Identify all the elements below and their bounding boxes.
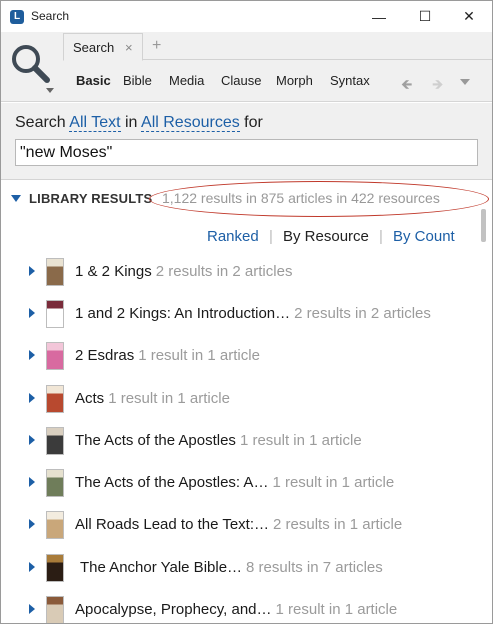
search-toolbar: Search × + Basic Bible Media Clause Morp… [1, 32, 492, 102]
book-cover-icon [46, 427, 64, 455]
expand-arrow-icon[interactable] [29, 604, 35, 614]
resource-title[interactable]: All Roads Lead to the Text:… [75, 516, 269, 533]
result-row[interactable]: Apocalypse, Prophecy, and… 1 result in 1 … [1, 590, 477, 623]
query-in-word: in [125, 114, 138, 131]
back-arrow-icon[interactable]: 🡸 [401, 74, 412, 98]
tool-dropdown-caret-icon[interactable] [46, 88, 54, 93]
result-row[interactable]: 2 Esdras 1 result in 1 article [1, 336, 477, 376]
minimize-icon: — [372, 8, 386, 25]
expand-arrow-icon[interactable] [29, 435, 35, 445]
resource-title[interactable]: The Anchor Yale Bible… [80, 559, 242, 576]
query-area: Search All Text in All Resources for [1, 103, 492, 179]
resource-title[interactable]: Apocalypse, Prophecy, and… [75, 601, 272, 618]
tab-search[interactable]: Search × [63, 33, 143, 61]
result-row[interactable]: 1 & 2 Kings 2 results in 2 articles [1, 252, 477, 292]
resources-selector[interactable]: All Resources [141, 114, 240, 132]
tab-strip: Search × + [63, 32, 492, 61]
resource-title[interactable]: 2 Esdras [75, 347, 134, 364]
search-window: L Search — ☐ ✕ Search × + Basic Bible Me… [0, 0, 493, 624]
collapse-triangle-icon[interactable] [11, 195, 21, 202]
result-row[interactable]: 1 and 2 Kings: An Introduction… 2 results… [1, 294, 477, 334]
highlight-ellipse [149, 181, 489, 217]
book-cover-icon [46, 554, 64, 582]
tab-close-icon[interactable]: × [125, 40, 133, 55]
mode-syntax[interactable]: Syntax [330, 73, 370, 88]
book-cover-icon [46, 469, 64, 497]
resource-title[interactable]: The Acts of the Apostles: A… [75, 474, 268, 491]
close-button[interactable]: ✕ [446, 1, 492, 32]
expand-arrow-icon[interactable] [29, 393, 35, 403]
result-count: 1 result in 1 article [275, 601, 398, 618]
expand-arrow-icon[interactable] [29, 266, 35, 276]
maximize-icon: ☐ [418, 8, 432, 24]
book-cover-icon [46, 511, 64, 539]
book-cover-icon [46, 300, 64, 328]
search-input[interactable] [15, 139, 478, 166]
divider [1, 179, 492, 180]
mode-clause[interactable]: Clause [221, 73, 261, 88]
result-row[interactable]: All Roads Lead to the Text:… 2 results in… [1, 505, 477, 545]
forward-arrow-icon[interactable]: 🡺 [432, 74, 443, 98]
minimize-button[interactable]: — [356, 1, 402, 32]
magnifier-icon [12, 45, 50, 83]
result-row[interactable]: The Acts of the Apostles 1 result in 1 ar… [1, 421, 477, 461]
sort-separator: | [269, 228, 273, 245]
query-sentence: Search All Text in All Resources for [15, 114, 263, 132]
book-cover-icon [46, 596, 64, 623]
expand-arrow-icon[interactable] [29, 350, 35, 360]
result-row[interactable]: The Anchor Yale Bible… 8 results in 7 art… [1, 548, 477, 588]
result-count: 2 results in 2 articles [155, 263, 293, 280]
maximize-button[interactable]: ☐ [402, 1, 448, 32]
query-for-word: for [244, 114, 263, 131]
result-count: 8 results in 7 articles [246, 559, 383, 576]
book-cover-icon [46, 258, 64, 286]
sort-by-count-link[interactable]: By Count [393, 228, 455, 245]
resource-title[interactable]: 1 and 2 Kings: An Introduction… [75, 305, 290, 322]
title-bar: L Search — ☐ ✕ [1, 1, 492, 32]
resource-title[interactable]: Acts [75, 390, 104, 407]
sort-ranked-link[interactable]: Ranked [207, 228, 259, 245]
result-count: 2 results in 1 article [273, 516, 403, 533]
result-row[interactable]: The Acts of the Apostles: A… 1 result in … [1, 463, 477, 503]
book-cover-icon [46, 385, 64, 413]
close-icon: ✕ [463, 8, 475, 24]
mode-bible[interactable]: Bible [123, 73, 152, 88]
tab-label: Search [73, 40, 115, 55]
expand-arrow-icon[interactable] [29, 308, 35, 318]
expand-arrow-icon[interactable] [29, 562, 35, 572]
scope-selector[interactable]: All Text [69, 114, 121, 132]
window-title: Search [31, 9, 70, 23]
logos-app-icon: L [10, 10, 24, 24]
result-count: 1 result in 1 article [138, 347, 260, 364]
expand-arrow-icon[interactable] [29, 477, 35, 487]
panel-menu-icon[interactable] [460, 79, 470, 85]
result-count: 1 result in 1 article [239, 432, 362, 449]
book-cover-icon [46, 342, 64, 370]
resource-title[interactable]: The Acts of the Apostles [75, 432, 236, 449]
expand-arrow-icon[interactable] [29, 519, 35, 529]
mode-media[interactable]: Media [169, 73, 204, 88]
scrollbar-track[interactable] [479, 208, 487, 623]
result-row[interactable]: Acts 1 result in 1 article [1, 379, 477, 419]
sort-by-resource[interactable]: By Resource [283, 228, 369, 245]
resource-title[interactable]: 1 & 2 Kings [75, 263, 152, 280]
sort-separator: | [379, 228, 383, 245]
mode-basic[interactable]: Basic [76, 73, 111, 88]
add-tab-icon[interactable]: + [152, 37, 161, 55]
result-count: 2 results in 2 articles [294, 305, 431, 322]
query-prefix: Search [15, 114, 66, 131]
result-count: 1 result in 1 article [108, 390, 230, 407]
mode-morph[interactable]: Morph [276, 73, 313, 88]
library-results-title[interactable]: LIBRARY RESULTS [29, 191, 152, 206]
result-count: 1 result in 1 article [272, 474, 395, 491]
scrollbar-thumb[interactable] [481, 209, 486, 242]
